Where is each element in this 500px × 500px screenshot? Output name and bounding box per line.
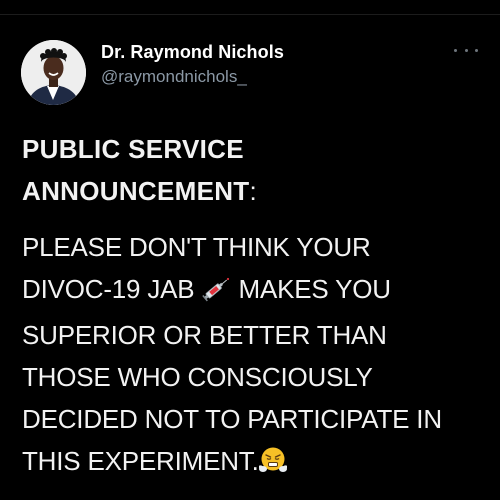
profile-photo (21, 40, 86, 105)
display-name[interactable]: Dr. Raymond Nichols (101, 42, 284, 63)
body-line-4: THOSE WHO CONSCIOUSLY (22, 362, 373, 392)
heading-colon: : (249, 176, 258, 206)
body-line-2a: DIVOC-19 JAB (22, 274, 195, 304)
syringe-icon (201, 272, 231, 314)
divider (0, 14, 500, 15)
more-horizontal-icon[interactable] (454, 40, 478, 60)
tweet-card: Dr. Raymond Nichols @raymondnichols_ PUB… (0, 0, 500, 500)
avatar[interactable] (21, 40, 86, 105)
heading-line-2: ANNOUNCEMENT: (22, 170, 482, 212)
body-line-2: DIVOC-19 JAB MAKES YOU (22, 268, 492, 314)
username-handle[interactable]: @raymondnichols_ (101, 67, 247, 87)
dot (475, 48, 478, 52)
body-line-6: THIS EXPERIMENT. (22, 440, 492, 486)
body-line-6-text: THIS EXPERIMENT. (22, 446, 259, 476)
steam-nose-face-icon (258, 444, 288, 486)
body-line-2b: MAKES YOU (238, 274, 392, 304)
body-line-3: SUPERIOR OR BETTER THAN (22, 320, 387, 350)
dot (464, 48, 468, 52)
heading-line-1: PUBLIC SERVICE (22, 134, 244, 164)
body-line-1: PLEASE DON'T THINK YOUR (22, 232, 371, 262)
tweet-body: PLEASE DON'T THINK YOUR DIVOC-19 JAB MAK (22, 226, 492, 486)
body-line-5: DECIDED NOT TO PARTICIPATE IN (22, 404, 442, 434)
tweet-heading: PUBLIC SERVICE ANNOUNCEMENT: (22, 128, 482, 212)
dot (454, 48, 457, 52)
heading-word: ANNOUNCEMENT (22, 176, 250, 206)
